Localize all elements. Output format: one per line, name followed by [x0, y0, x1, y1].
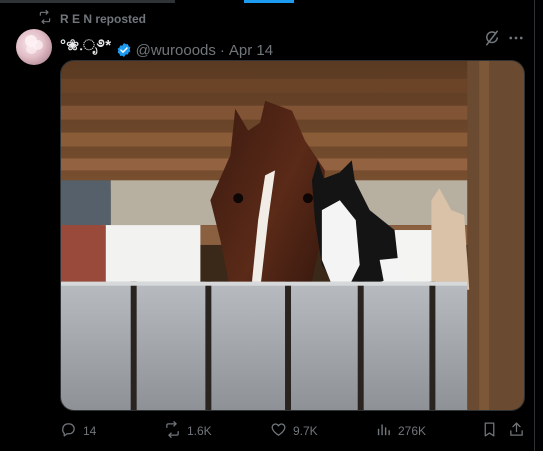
reply-icon — [60, 421, 77, 441]
header-separator: · — [219, 41, 225, 59]
reply-count: 14 — [83, 424, 97, 438]
repost-button[interactable]: 1.6K — [164, 421, 212, 441]
post-date[interactable]: Apr 14 — [229, 42, 273, 59]
view-count: 276K — [398, 424, 427, 438]
column-divider — [534, 0, 535, 451]
grok-icon[interactable] — [483, 29, 501, 47]
repost-label[interactable]: R E N reposted — [60, 12, 146, 26]
top-tab-indicator — [0, 0, 543, 4]
like-button[interactable]: 9.7K — [270, 421, 318, 441]
bookmark-button[interactable] — [481, 421, 498, 441]
avatar[interactable] — [16, 29, 52, 65]
share-button[interactable] — [508, 421, 525, 441]
tweet-media-photo[interactable] — [60, 60, 525, 411]
active-tab-underline — [244, 0, 294, 3]
like-count: 9.7K — [293, 424, 318, 438]
reply-button[interactable]: 14 — [60, 421, 96, 441]
views-icon — [375, 421, 392, 441]
heart-icon — [270, 421, 287, 441]
tab-underline — [0, 0, 175, 3]
repost-context: R E N reposted — [38, 10, 146, 27]
tweet-actions: 14 1.6K 9.7K 276K — [60, 421, 530, 441]
share-icon — [508, 421, 525, 441]
repost-count: 1.6K — [187, 424, 212, 438]
bookmark-icon — [481, 421, 498, 441]
handle[interactable]: @wurooods — [136, 42, 216, 59]
repost-icon — [38, 10, 52, 27]
repost-icon — [164, 421, 181, 441]
views-button[interactable]: 276K — [375, 421, 426, 441]
verified-badge-icon — [116, 42, 132, 58]
more-options-icon[interactable] — [506, 29, 526, 47]
